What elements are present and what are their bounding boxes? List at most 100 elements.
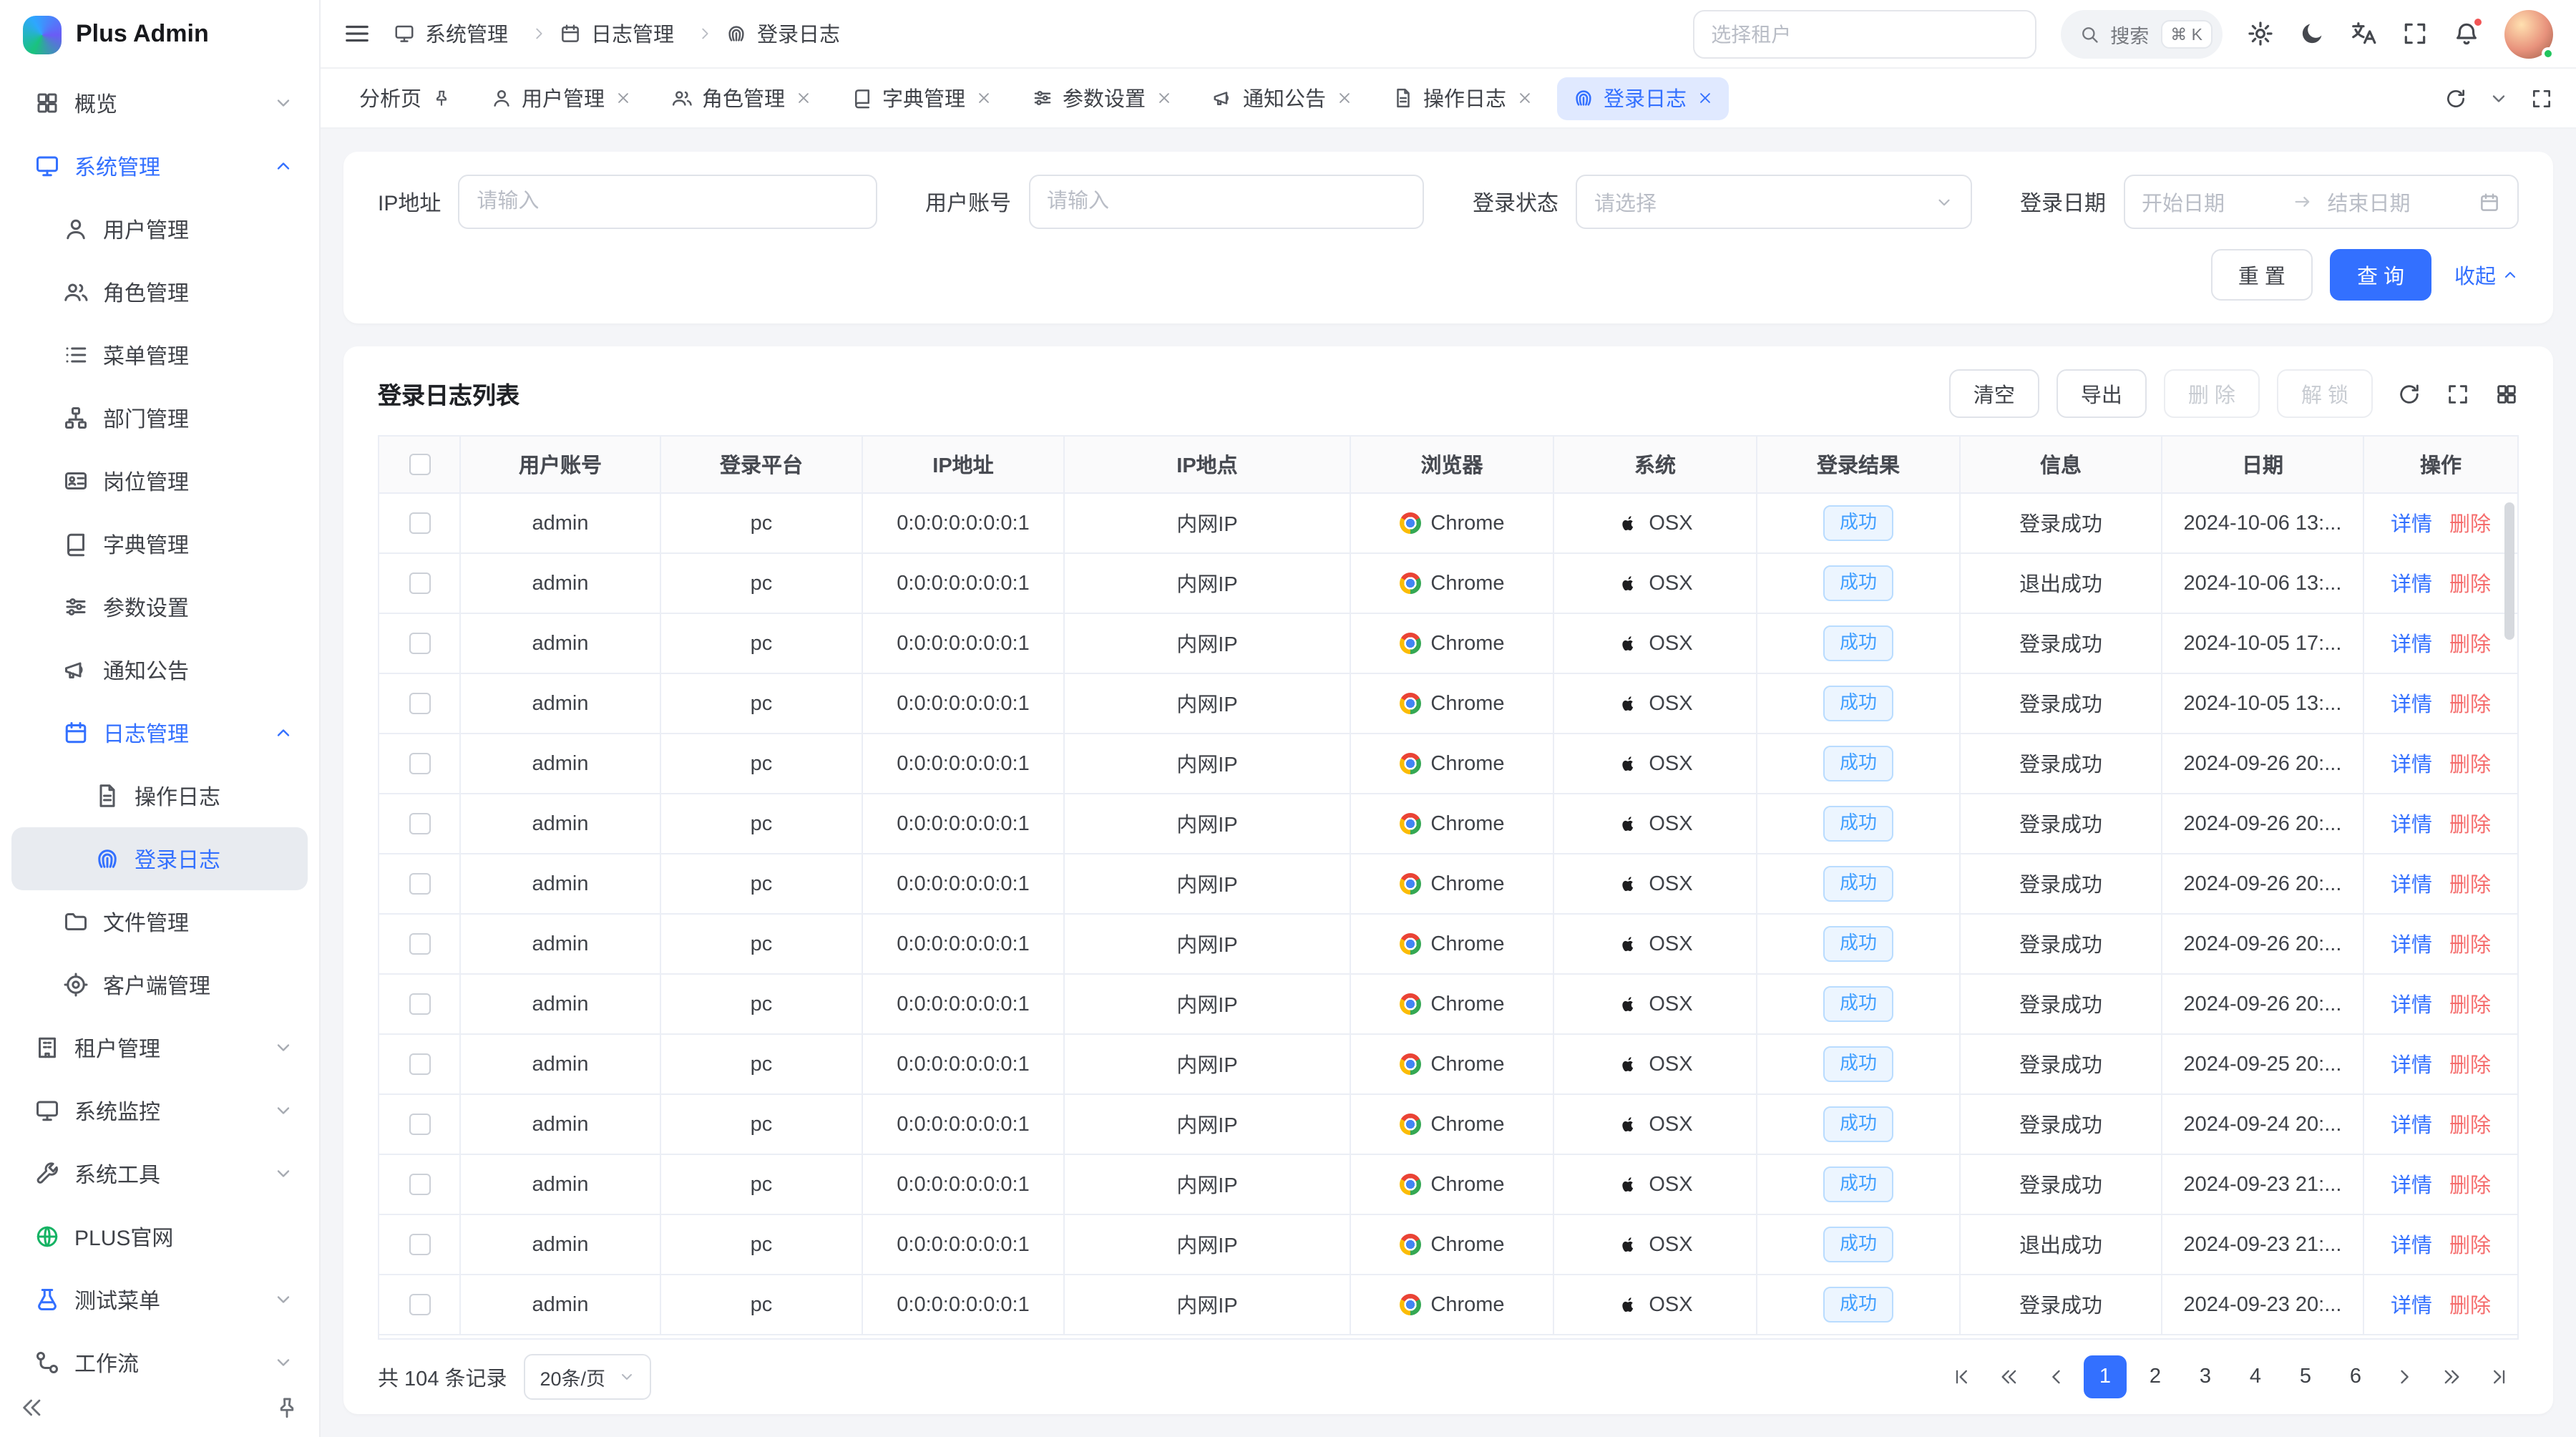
breadcrumb-item[interactable]: 登录日志: [726, 19, 840, 49]
sidebar-item[interactable]: 岗位管理: [11, 449, 308, 512]
detail-link[interactable]: 详情: [2391, 1175, 2432, 1198]
delete-link[interactable]: 删除: [2449, 634, 2491, 657]
first-page-button[interactable]: [1942, 1357, 1982, 1397]
row-checkbox[interactable]: [409, 813, 430, 834]
sidebar-item[interactable]: 部门管理: [11, 386, 308, 449]
tab[interactable]: 通知公告: [1196, 77, 1367, 120]
tab[interactable]: 用户管理: [474, 77, 646, 120]
sidebar-item[interactable]: 操作日志: [11, 764, 308, 827]
sidebar-item[interactable]: 工作流: [11, 1331, 308, 1377]
sidebar-item[interactable]: 租户管理: [11, 1016, 308, 1079]
close-icon[interactable]: [1336, 90, 1352, 106]
delete-link[interactable]: 删除: [2449, 574, 2491, 597]
last-page-button[interactable]: [2479, 1357, 2519, 1397]
collapse-filter-link[interactable]: 收起: [2454, 260, 2519, 290]
page-size-select[interactable]: 20条/页: [525, 1354, 652, 1400]
close-icon[interactable]: [795, 90, 811, 106]
page-button[interactable]: 5: [2284, 1355, 2327, 1398]
next-page-button[interactable]: [2384, 1357, 2424, 1397]
delete-link[interactable]: 删除: [2449, 995, 2491, 1018]
page-button[interactable]: 4: [2234, 1355, 2277, 1398]
detail-link[interactable]: 详情: [2391, 1055, 2432, 1078]
row-checkbox[interactable]: [409, 633, 430, 654]
delete-link[interactable]: 删除: [2449, 1235, 2491, 1258]
collapse-sidebar-icon[interactable]: [20, 1395, 44, 1419]
row-checkbox[interactable]: [409, 1294, 430, 1315]
close-icon[interactable]: [1697, 90, 1712, 106]
language-translate-icon[interactable]: [2350, 20, 2377, 47]
delete-link[interactable]: 删除: [2449, 814, 2491, 837]
row-checkbox[interactable]: [409, 993, 430, 1015]
delete-link[interactable]: 删除: [2449, 694, 2491, 717]
select-all-checkbox[interactable]: [409, 454, 430, 475]
avatar[interactable]: [2504, 9, 2553, 58]
detail-link[interactable]: 详情: [2391, 514, 2432, 537]
sidebar-item[interactable]: 用户管理: [11, 198, 308, 260]
delete-link[interactable]: 删除: [2449, 1175, 2491, 1198]
row-checkbox[interactable]: [409, 1174, 430, 1195]
detail-link[interactable]: 详情: [2391, 574, 2432, 597]
jump-forward-button[interactable]: [2431, 1357, 2472, 1397]
sidebar-item[interactable]: 参数设置: [11, 575, 308, 638]
detail-link[interactable]: 详情: [2391, 995, 2432, 1018]
close-icon[interactable]: [615, 90, 630, 106]
jump-back-button[interactable]: [1989, 1357, 2029, 1397]
tab[interactable]: 操作日志: [1376, 77, 1548, 120]
sidebar-item[interactable]: 系统监控: [11, 1079, 308, 1142]
sidebar-item[interactable]: 测试菜单: [11, 1268, 308, 1331]
settings-gear-icon[interactable]: [2247, 20, 2274, 47]
content-fullscreen-icon[interactable]: [2530, 87, 2553, 109]
tenant-input[interactable]: [1699, 11, 2029, 57]
row-checkbox[interactable]: [409, 1053, 430, 1075]
tab[interactable]: 分析页: [343, 77, 466, 120]
page-button[interactable]: 2: [2134, 1355, 2177, 1398]
delete-link[interactable]: 删除: [2449, 1055, 2491, 1078]
sidebar-item[interactable]: 通知公告: [11, 638, 308, 701]
sidebar-item[interactable]: 系统工具: [11, 1142, 308, 1205]
query-button[interactable]: 查 询: [2330, 249, 2431, 301]
dark-mode-moon-icon[interactable]: [2298, 20, 2326, 47]
sidebar-item[interactable]: 概览: [11, 72, 308, 135]
export-button[interactable]: 导出: [2057, 369, 2147, 418]
breadcrumb-item[interactable]: 日志管理: [560, 19, 726, 49]
detail-link[interactable]: 详情: [2391, 634, 2432, 657]
sidebar-item[interactable]: 字典管理: [11, 512, 308, 575]
row-checkbox[interactable]: [409, 753, 430, 774]
tab[interactable]: 字典管理: [835, 77, 1007, 120]
search-button[interactable]: 搜索 ⌘ K: [2060, 9, 2223, 58]
page-button[interactable]: 1: [2084, 1355, 2127, 1398]
detail-link[interactable]: 详情: [2391, 694, 2432, 717]
detail-link[interactable]: 详情: [2391, 1115, 2432, 1138]
login-status-select[interactable]: 请选择: [1576, 175, 1971, 229]
row-checkbox[interactable]: [409, 1114, 430, 1135]
table-scrollbar-thumb[interactable]: [2504, 502, 2514, 640]
tab[interactable]: 角色管理: [655, 77, 826, 120]
refresh-table-icon[interactable]: [2397, 381, 2421, 406]
sidebar-item[interactable]: 客户端管理: [11, 953, 308, 1016]
tab[interactable]: 登录日志: [1556, 77, 1728, 120]
detail-link[interactable]: 详情: [2391, 935, 2432, 958]
pin-sidebar-icon[interactable]: [275, 1395, 299, 1419]
table-fullscreen-icon[interactable]: [2446, 381, 2470, 406]
clear-button[interactable]: 清空: [1949, 369, 2039, 418]
unlock-button[interactable]: 解 锁: [2277, 369, 2373, 418]
detail-link[interactable]: 详情: [2391, 1295, 2432, 1318]
sidebar-item[interactable]: 日志管理: [11, 701, 308, 764]
detail-link[interactable]: 详情: [2391, 754, 2432, 777]
delete-link[interactable]: 删除: [2449, 754, 2491, 777]
row-checkbox[interactable]: [409, 573, 430, 594]
close-icon[interactable]: [1156, 90, 1171, 106]
reset-button[interactable]: 重 置: [2211, 249, 2313, 301]
sidebar-item[interactable]: 文件管理: [11, 890, 308, 953]
breadcrumb-item[interactable]: 系统管理: [394, 19, 560, 49]
close-icon[interactable]: [1516, 90, 1532, 106]
delete-link[interactable]: 删除: [2449, 514, 2491, 537]
notifications-bell-icon[interactable]: [2453, 20, 2480, 47]
delete-link[interactable]: 删除: [2449, 1115, 2491, 1138]
sidebar-item[interactable]: PLUS官网: [11, 1205, 308, 1268]
detail-link[interactable]: 详情: [2391, 1235, 2432, 1258]
app-logo[interactable]: Plus Admin: [0, 0, 319, 69]
detail-link[interactable]: 详情: [2391, 875, 2432, 897]
row-checkbox[interactable]: [409, 693, 430, 714]
refresh-tab-icon[interactable]: [2444, 87, 2467, 109]
